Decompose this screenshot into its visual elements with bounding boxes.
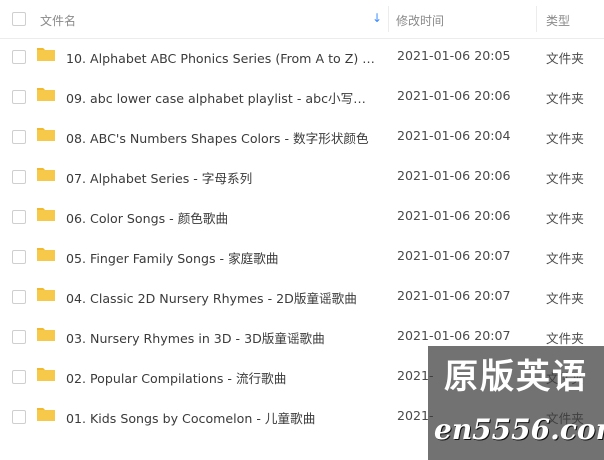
modified-time: 2021-01-06 20:04 [397,128,511,143]
select-all-checkbox[interactable] [12,12,26,26]
row-checkbox[interactable] [12,370,26,384]
column-header-type[interactable]: 类型 [546,12,570,29]
file-name[interactable]: 07. Alphabet Series - 字母系列 [66,168,378,187]
file-name[interactable]: 01. Kids Songs by Cocomelon - 儿童歌曲 [66,408,378,427]
file-name[interactable]: 06. Color Songs - 颜色歌曲 [66,208,378,227]
file-row[interactable]: 06. Color Songs - 颜色歌曲 2021-01-06 20:06 … [0,196,604,236]
file-name[interactable]: 04. Classic 2D Nursery Rhymes - 2D版童谣歌曲 [66,288,378,307]
modified-time: 2021-01-06 20:05 [397,48,511,63]
modified-time: 2021-01-06 20:07 [397,328,511,343]
column-header-name[interactable]: 文件名 [40,12,76,29]
folder-icon [37,48,55,61]
file-name[interactable]: 05. Finger Family Songs - 家庭歌曲 [66,248,378,267]
file-row[interactable]: 07. Alphabet Series - 字母系列 2021-01-06 20… [0,156,604,196]
modified-time: 2021-01-06 20:06 [397,168,511,183]
file-row[interactable]: 10. Alphabet ABC Phonics Series (From A … [0,36,604,76]
folder-icon [37,328,55,341]
folder-icon [37,288,55,301]
file-row[interactable]: 05. Finger Family Songs - 家庭歌曲 2021-01-0… [0,236,604,276]
row-checkbox[interactable] [12,170,26,184]
folder-icon [37,248,55,261]
column-divider[interactable] [536,6,537,32]
file-name[interactable]: 02. Popular Compilations - 流行歌曲 [66,368,378,387]
file-name[interactable]: 08. ABC's Numbers Shapes Colors - 数字形状颜色 [66,128,378,147]
modified-time: 2021-01-06 20:07 [397,248,511,263]
sort-arrow-icon[interactable]: ↓ [372,11,382,25]
column-header-modified-time[interactable]: 修改时间 [396,12,444,29]
file-type: 文件夹 [546,51,584,66]
folder-icon [37,88,55,101]
file-type: 文件夹 [546,291,584,306]
watermark-site-text: en5556.com [434,413,604,446]
file-name[interactable]: 03. Nursery Rhymes in 3D - 3D版童谣歌曲 [66,328,378,347]
modified-time: 2021-01-06 20:06 [397,88,511,103]
file-list-window: 文件名 ↓ 修改时间 类型 10. Alphabet ABC Phonics S… [0,0,604,460]
folder-icon [37,208,55,221]
column-divider[interactable] [388,6,389,32]
row-checkbox[interactable] [12,210,26,224]
folder-icon [37,168,55,181]
file-row[interactable]: 04. Classic 2D Nursery Rhymes - 2D版童谣歌曲 … [0,276,604,316]
file-type: 文件夹 [546,91,584,106]
watermark-cn-text: 原版英语 [444,357,588,397]
file-type: 文件夹 [546,171,584,186]
row-checkbox[interactable] [12,290,26,304]
modified-time: 2021-01-06 20:07 [397,288,511,303]
row-checkbox[interactable] [12,250,26,264]
modified-time: 2021-01-06 20:06 [397,208,511,223]
row-checkbox[interactable] [12,130,26,144]
file-row[interactable]: 08. ABC's Numbers Shapes Colors - 数字形状颜色… [0,116,604,156]
file-type: 文件夹 [546,131,584,146]
file-name[interactable]: 09. abc lower case alphabet playlist - a… [66,88,378,107]
row-checkbox[interactable] [12,410,26,424]
row-checkbox[interactable] [12,90,26,104]
file-type: 文件夹 [546,331,584,346]
file-type: 文件夹 [546,251,584,266]
folder-icon [37,368,55,381]
file-row[interactable]: 09. abc lower case alphabet playlist - a… [0,76,604,116]
file-list-header: 文件名 ↓ 修改时间 类型 [0,0,604,39]
file-type: 文件夹 [546,211,584,226]
file-name[interactable]: 10. Alphabet ABC Phonics Series (From A … [66,48,378,67]
row-checkbox[interactable] [12,50,26,64]
watermark: 原版英语 en5556.com [428,346,604,460]
folder-icon [37,408,55,421]
row-checkbox[interactable] [12,330,26,344]
folder-icon [37,128,55,141]
